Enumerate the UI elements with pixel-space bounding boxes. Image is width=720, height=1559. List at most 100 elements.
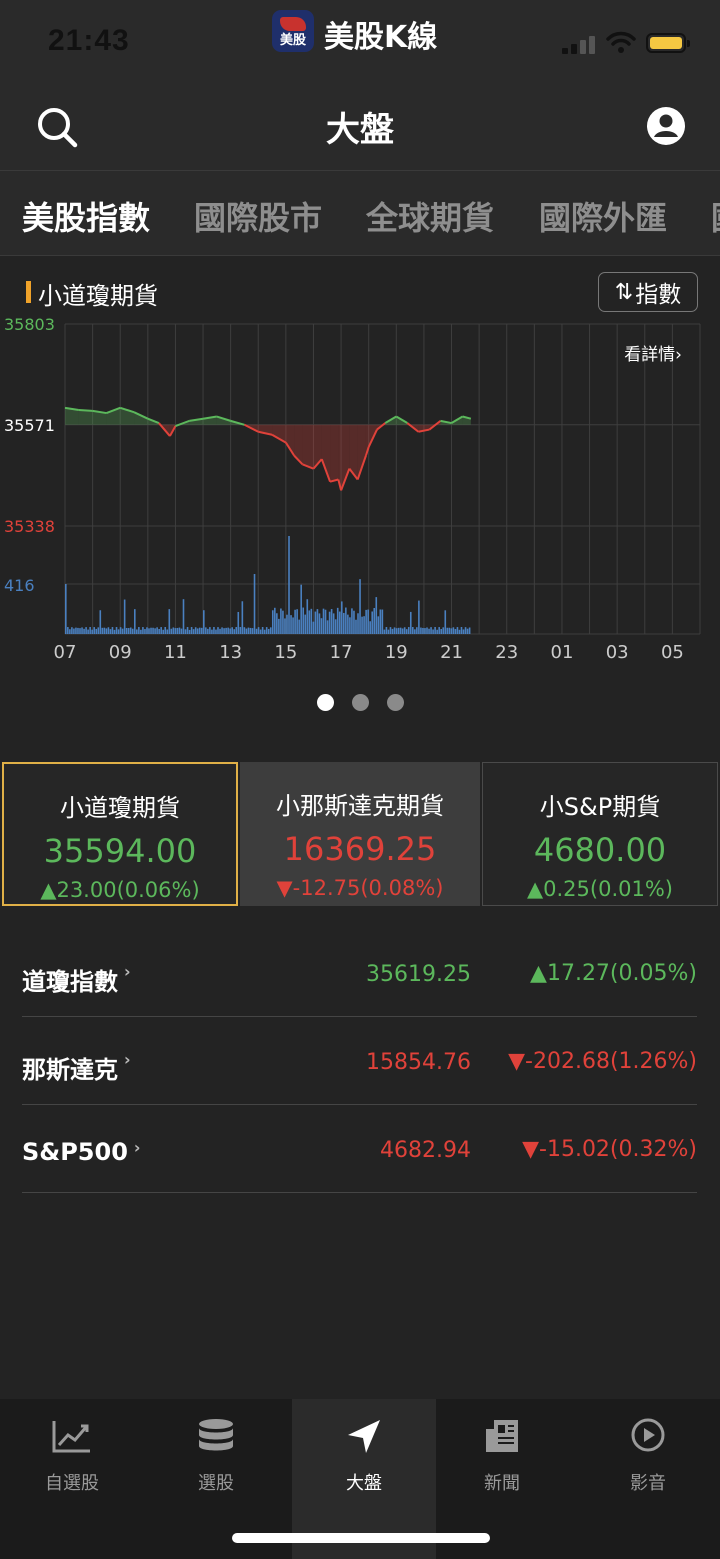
volume-bar [371, 611, 374, 634]
pager-dot-1[interactable] [316, 694, 334, 711]
volume-bar [69, 629, 71, 634]
list-item-dow[interactable]: 道瓊指數 › 35619.25 ▲17.27(0.05%) [22, 928, 697, 1017]
account-icon[interactable] [646, 106, 686, 146]
volume-bar [227, 627, 229, 634]
price-line-segment [78, 409, 93, 412]
detail-link[interactable]: 看詳情› [624, 345, 682, 365]
volume-bar [440, 628, 443, 634]
volume-bar [184, 629, 187, 634]
bull-logo-icon [280, 17, 306, 31]
volume-bar [326, 620, 329, 634]
volume-bar [123, 599, 126, 634]
bottom-tab-video[interactable]: 影音 [576, 1399, 720, 1559]
volume-bar [176, 627, 179, 634]
volume-bar [336, 607, 339, 634]
tab-forex[interactable]: 國際外匯 [539, 193, 667, 239]
volume-bar [91, 629, 93, 634]
volume-bar [103, 627, 106, 634]
future-card-dow[interactable]: 小道瓊期貨 35594.00 ▲23.00(0.06%) [2, 762, 238, 906]
volume-bar [225, 627, 227, 634]
volume-bar [298, 619, 300, 634]
bottom-tab-watchlist[interactable]: 自選股 [0, 1399, 144, 1559]
volume-bar [379, 609, 382, 634]
price-area [313, 424, 322, 469]
volume-bar [97, 627, 100, 634]
list-item-sp500[interactable]: S&P500 › 4682.94 ▼-15.02(0.32%) [22, 1104, 697, 1193]
future-card-nasdaq[interactable]: 小那斯達克期貨 16369.25 ▼-12.75(0.08%) [240, 762, 480, 906]
volume-bar [178, 627, 181, 634]
future-card-change: ▲0.25(0.01%) [526, 877, 673, 901]
volume-bar [146, 627, 148, 634]
volume-bar [233, 629, 236, 634]
intraday-chart[interactable]: 35803 35571 35338 416 看詳情› 07 09 11 13 15 17 19 21 23… [0, 316, 720, 676]
index-value: 4682.94 [380, 1138, 471, 1163]
market-tabs: 美股指數 國際股市 全球期貨 國際外匯 國 [0, 171, 720, 256]
x-tick-label: 13 [219, 642, 242, 663]
volume-bar [407, 627, 410, 634]
price-area [330, 424, 339, 482]
volume-bar [280, 608, 282, 634]
pager-dot-2[interactable] [351, 694, 369, 711]
volume-bar [385, 627, 388, 634]
volume-bar [125, 627, 128, 634]
battery-icon [646, 33, 690, 53]
tab-us-indices[interactable]: 美股指數 [22, 193, 150, 239]
bottom-tab-label: 自選股 [45, 1473, 99, 1494]
bottom-tab-label: 影音 [630, 1473, 666, 1494]
tab-more[interactable]: 國 [711, 193, 720, 239]
volume-bar [200, 627, 203, 634]
volume-bar [67, 627, 69, 634]
volume-bar [345, 607, 347, 634]
volume-bar [332, 613, 335, 634]
volume-bar [174, 628, 177, 634]
volume-bar [450, 628, 453, 634]
price-area [302, 424, 314, 469]
volume-bar [395, 628, 398, 634]
app-name: 美股K線 [324, 20, 438, 55]
swap-arrows-icon: ⇅ [614, 279, 634, 305]
volume-bar [119, 627, 122, 634]
y-label-low: 35338 [4, 517, 55, 536]
volume-bar [271, 610, 274, 634]
volume-bar [389, 627, 392, 634]
volume-bar [202, 610, 205, 634]
volume-bar [65, 584, 67, 634]
volume-bar [349, 617, 351, 634]
bottom-tab-label: 新聞 [484, 1473, 520, 1494]
volume-bar [217, 627, 219, 634]
volume-bar [190, 627, 193, 634]
tab-global-futures[interactable]: 全球期貨 [366, 193, 494, 239]
volume-bar [219, 628, 221, 634]
volume-bar [411, 627, 414, 634]
volume-bar [355, 619, 357, 634]
list-item-nasdaq[interactable]: 那斯達克 › 15854.76 ▼-202.68(1.26%) [22, 1016, 697, 1105]
volume-bar [231, 627, 233, 634]
volume-bar [300, 584, 302, 634]
volume-bar [424, 628, 426, 634]
x-tick-label: 03 [606, 642, 629, 663]
chart-header: 小道瓊期貨 ⇅ 指數 [0, 256, 720, 316]
index-toggle-button[interactable]: ⇅ 指數 [598, 272, 698, 312]
future-card-sp[interactable]: 小S&P期貨 4680.00 ▲0.25(0.01%) [482, 762, 718, 906]
volume-bar [142, 627, 144, 634]
tab-international-stocks[interactable]: 國際股市 [194, 193, 322, 239]
x-tick-label: 07 [54, 642, 77, 663]
volume-bar [152, 627, 154, 634]
future-card-name: 小那斯達克期貨 [276, 792, 444, 820]
volume-bar [115, 627, 118, 634]
futures-cards: 小道瓊期貨 35594.00 ▲23.00(0.06%) 小那斯達克期貨 163… [0, 762, 720, 912]
pager-dot-3[interactable] [386, 694, 404, 711]
volume-bar [286, 614, 288, 634]
future-card-name: 小S&P期貨 [539, 793, 661, 821]
volume-bar [235, 627, 238, 634]
volume-bar [318, 613, 321, 634]
future-card-price: 35594.00 [43, 832, 197, 870]
index-name: 那斯達克 › [22, 1050, 131, 1084]
volume-bar [403, 627, 406, 634]
volume-bar [89, 627, 91, 634]
volume-bar [278, 618, 280, 634]
volume-bar [168, 609, 171, 634]
volume-bar [432, 629, 434, 634]
volume-bar [375, 597, 378, 634]
app-icon-text: 美股 [279, 33, 306, 48]
